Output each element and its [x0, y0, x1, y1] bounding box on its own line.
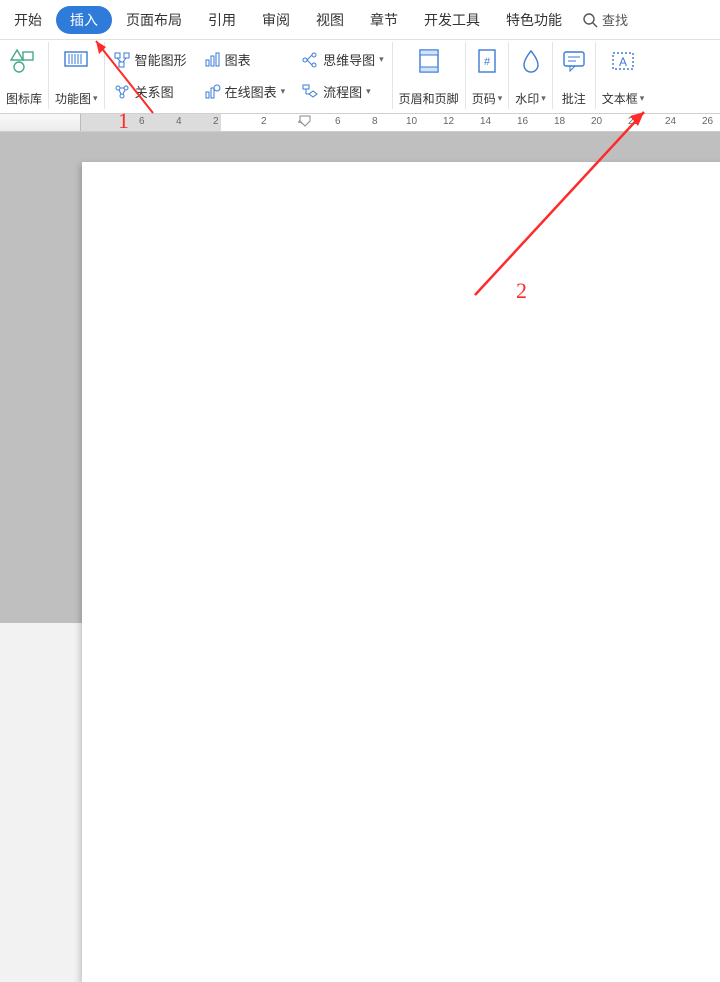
comment-label: 批注	[562, 90, 586, 107]
tab-dev[interactable]: 开发工具	[412, 4, 492, 36]
mindmap-icon	[301, 51, 319, 69]
ruler-ticks: 6 4 2 2 4 6 8 10 12 14 16 18 20 22 24 26…	[81, 114, 720, 131]
flowchart-button[interactable]: 流程图 ▾	[299, 76, 386, 108]
tab-review[interactable]: 审阅	[250, 4, 302, 36]
onlinechart-label: 在线图表	[225, 82, 277, 101]
watermark-label: 水印▾	[515, 90, 546, 107]
tab-chapter[interactable]: 章节	[358, 4, 410, 36]
svg-text:A: A	[619, 55, 627, 69]
shapes-icon	[9, 46, 39, 76]
ruler: 6 4 2 2 4 6 8 10 12 14 16 18 20 22 24 26…	[0, 114, 720, 132]
chevron-down-icon: ▾	[379, 54, 384, 65]
iconlib-label: 图标库	[6, 90, 42, 107]
pagenum-button[interactable]: # 页码▾	[466, 42, 510, 109]
svg-text:#: #	[484, 56, 491, 68]
flowchart-label: 流程图	[323, 82, 362, 101]
mindmap-label: 思维导图	[323, 50, 375, 69]
document-canvas[interactable]	[0, 132, 720, 623]
pagenum-icon: #	[472, 46, 502, 76]
relation-label: 关系图	[135, 82, 174, 101]
smartart-label: 智能图形	[135, 50, 187, 69]
smartart-button[interactable]: 智能图形	[111, 44, 189, 76]
chevron-down-icon: ▾	[281, 86, 286, 97]
tab-layout[interactable]: 页面布局	[114, 4, 194, 36]
tab-references[interactable]: 引用	[196, 4, 248, 36]
ribbon: 图标库 功能图▾ 智能图形 关系图 图表 在线图表 ▾ 思维导图	[0, 40, 720, 114]
tab-view[interactable]: 视图	[304, 4, 356, 36]
relation-button[interactable]: 关系图	[111, 76, 189, 108]
chevron-down-icon: ▾	[498, 93, 503, 104]
onlinechart-icon	[203, 83, 221, 101]
chevron-down-icon: ▾	[640, 93, 645, 104]
headerfooter-icon	[414, 46, 444, 76]
textbox-button[interactable]: A 文本框▾	[596, 42, 651, 109]
chart-icon	[203, 51, 221, 69]
search-label: 查找	[602, 10, 628, 29]
chart-label: 图表	[225, 50, 251, 69]
textbox-label: 文本框▾	[602, 90, 645, 107]
flowchart-icon	[301, 83, 319, 101]
headerfooter-label: 页眉和页脚	[399, 90, 459, 107]
smartart-icon	[113, 51, 131, 69]
relation-icon	[113, 83, 131, 101]
tab-bar: 开始 插入 页面布局 引用 审阅 视图 章节 开发工具 特色功能 查找	[0, 0, 720, 40]
tab-start[interactable]: 开始	[2, 4, 54, 36]
funcimg-button[interactable]: 功能图▾	[49, 42, 105, 109]
tab-special[interactable]: 特色功能	[494, 4, 574, 36]
funcimg-label: 功能图▾	[55, 90, 98, 107]
iconlib-button[interactable]: 图标库	[0, 42, 49, 109]
tab-insert[interactable]: 插入	[56, 6, 112, 34]
chart-button[interactable]: 图表	[201, 44, 288, 76]
watermark-button[interactable]: 水印▾	[509, 42, 553, 109]
chevron-down-icon: ▾	[541, 93, 546, 104]
page[interactable]	[82, 162, 720, 982]
headerfooter-button[interactable]: 页眉和页脚	[393, 42, 466, 109]
pagenum-label: 页码▾	[472, 90, 503, 107]
textbox-icon: A	[608, 46, 638, 76]
watermark-icon	[516, 46, 546, 76]
search-button[interactable]: 查找	[582, 10, 628, 29]
barcode-icon	[61, 46, 91, 76]
onlinechart-button[interactable]: 在线图表 ▾	[201, 76, 288, 108]
search-icon	[582, 12, 598, 28]
comment-icon	[559, 46, 589, 76]
indent-marker[interactable]	[299, 115, 309, 129]
chevron-down-icon: ▾	[366, 86, 371, 97]
comment-button[interactable]: 批注	[553, 42, 596, 109]
mindmap-button[interactable]: 思维导图 ▾	[299, 44, 386, 76]
chevron-down-icon: ▾	[93, 93, 98, 104]
